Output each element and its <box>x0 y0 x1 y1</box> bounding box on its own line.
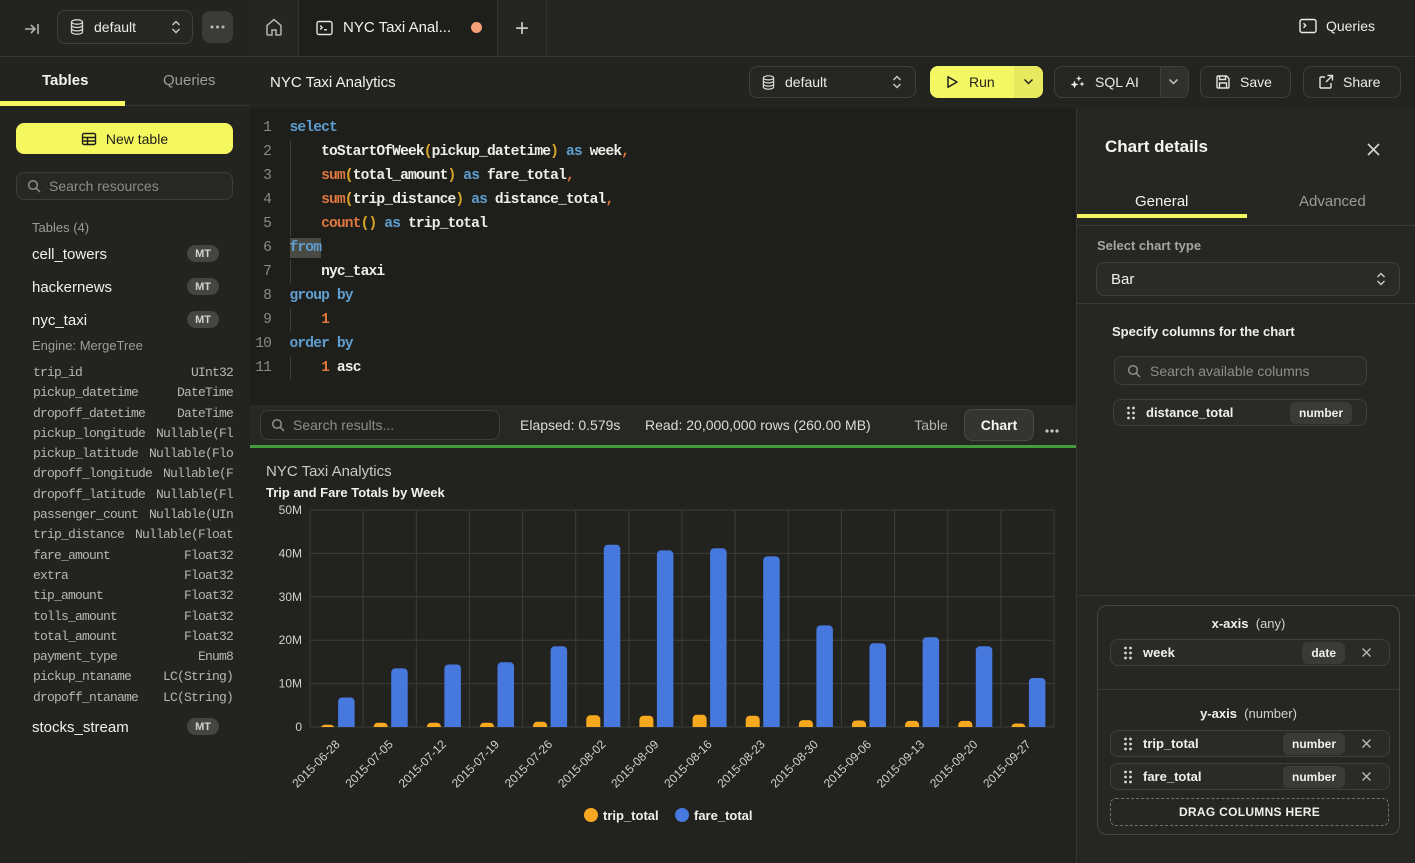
svg-text:2015-08-09: 2015-08-09 <box>608 737 662 791</box>
svg-text:10M: 10M <box>279 677 302 691</box>
svg-text:0: 0 <box>295 720 302 734</box>
svg-text:fare_total: fare_total <box>694 808 753 823</box>
svg-text:2015-08-30: 2015-08-30 <box>768 737 822 791</box>
svg-text:2015-09-13: 2015-09-13 <box>874 737 928 791</box>
svg-text:2015-07-12: 2015-07-12 <box>396 737 450 791</box>
svg-text:2015-09-27: 2015-09-27 <box>980 737 1034 791</box>
svg-text:2015-07-19: 2015-07-19 <box>449 737 503 791</box>
svg-text:2015-08-23: 2015-08-23 <box>715 737 769 791</box>
svg-text:2015-08-02: 2015-08-02 <box>555 737 609 791</box>
svg-text:2015-06-28: 2015-06-28 <box>289 737 343 791</box>
svg-text:30M: 30M <box>279 590 302 604</box>
svg-text:NYC Taxi Analytics: NYC Taxi Analytics <box>266 463 392 480</box>
svg-text:Trip and Fare Totals by Week: Trip and Fare Totals by Week <box>266 485 445 500</box>
svg-text:20M: 20M <box>279 633 302 647</box>
svg-text:2015-08-16: 2015-08-16 <box>661 737 715 791</box>
svg-text:2015-09-06: 2015-09-06 <box>821 737 875 791</box>
svg-text:2015-07-26: 2015-07-26 <box>502 737 556 791</box>
svg-text:trip_total: trip_total <box>603 808 659 823</box>
svg-text:40M: 40M <box>279 546 302 560</box>
svg-text:2015-09-20: 2015-09-20 <box>927 737 981 791</box>
svg-text:2015-07-05: 2015-07-05 <box>343 737 397 791</box>
svg-text:50M: 50M <box>279 503 302 517</box>
